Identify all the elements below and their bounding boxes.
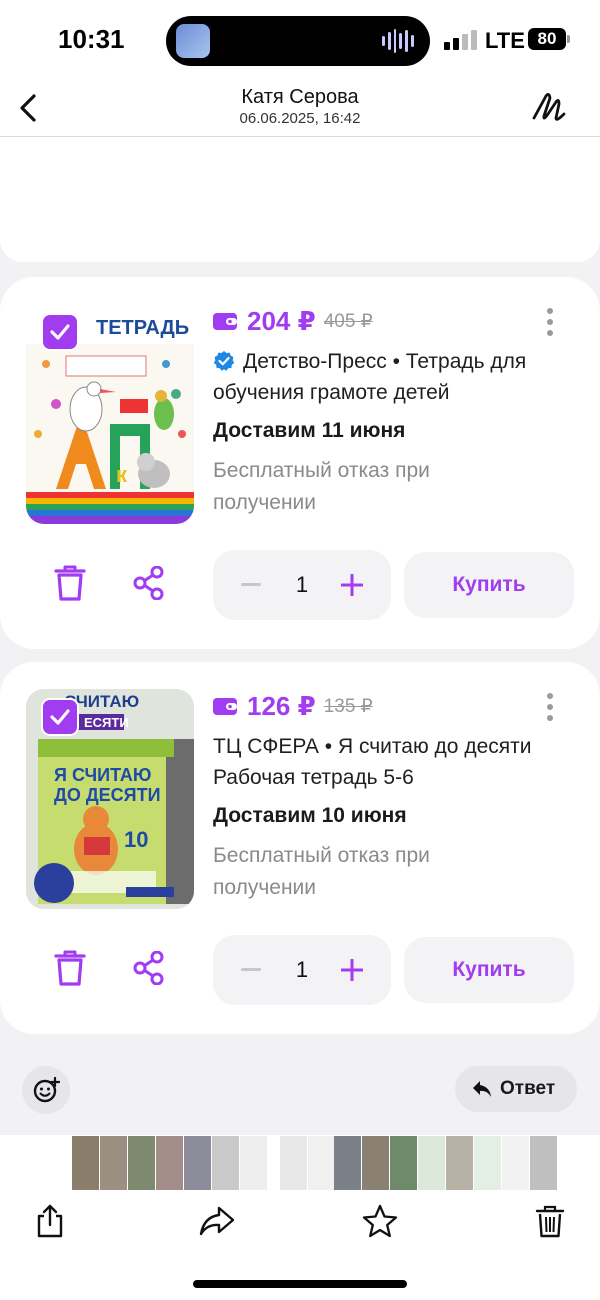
thumbnail[interactable] xyxy=(100,1136,127,1190)
price: 204 ₽ xyxy=(247,305,316,336)
thumbnail[interactable] xyxy=(184,1136,211,1190)
thumbnail[interactable] xyxy=(334,1136,361,1190)
share-icon[interactable] xyxy=(132,951,164,985)
product-title: ТЦ СФЕРА • Я считаю до десяти Рабочая те… xyxy=(213,735,532,789)
battery-tip xyxy=(567,35,570,43)
forward-icon[interactable] xyxy=(199,1204,235,1238)
emoji-add-button[interactable] xyxy=(22,1066,70,1114)
product-card[interactable]: ТЕТРАДЬ к 204 ₽ 405 ₽ Детство-Пресс • Те… xyxy=(0,277,600,649)
delivery-date: Доставим 10 июня xyxy=(213,804,407,827)
increment-button[interactable] xyxy=(341,574,363,596)
svg-text:ДО ДЕСЯТИ: ДО ДЕСЯТИ xyxy=(54,785,161,805)
buy-button[interactable]: Купить xyxy=(404,552,574,618)
trash-icon[interactable] xyxy=(53,949,87,987)
thumbnail[interactable] xyxy=(530,1136,557,1190)
checkmark-icon xyxy=(50,324,70,340)
chat-area: ТЕТРАДЬ к 204 ₽ 405 ₽ Детство-Пресс • Те… xyxy=(0,137,600,1135)
thumbnail[interactable] xyxy=(390,1136,417,1190)
price-row: 126 ₽ 135 ₽ xyxy=(213,688,373,724)
dynamic-island[interactable] xyxy=(166,16,430,66)
price-row: 204 ₽ 405 ₽ xyxy=(213,303,373,339)
kebab-icon[interactable] xyxy=(546,307,554,337)
old-price: 405 ₽ xyxy=(323,310,373,332)
thumbnail[interactable] xyxy=(446,1136,473,1190)
share-icon[interactable] xyxy=(132,566,164,600)
svg-text:Я СЧИТАЮ: Я СЧИТАЮ xyxy=(54,765,152,785)
status-time: 10:31 xyxy=(58,24,125,54)
wallet-icon xyxy=(213,312,237,330)
message-header: Катя Серова 06.06.2025, 16:42 xyxy=(0,80,600,137)
signal-icon xyxy=(444,30,477,50)
reply-button[interactable]: Ответ xyxy=(455,1066,577,1112)
svg-text:10: 10 xyxy=(124,827,148,852)
product-image[interactable]: СЧИТАЮ ЕСЯТИ Я СЧИТАЮ ДО ДЕСЯТИ 10 xyxy=(26,689,194,909)
thumbnail[interactable] xyxy=(308,1136,335,1190)
refund-note: Бесплатный отказ при получении xyxy=(213,844,430,899)
status-bar: 10:31 LTE 80 xyxy=(0,0,600,80)
product-title-block[interactable]: Детство-Пресс • Тетрадь для обучения гра… xyxy=(213,346,558,408)
product-card[interactable]: СЧИТАЮ ЕСЯТИ Я СЧИТАЮ ДО ДЕСЯТИ 10 126 ₽… xyxy=(0,662,600,1034)
island-app-icon xyxy=(176,24,210,58)
message-date: 06.06.2025, 16:42 xyxy=(239,110,361,127)
share-out-icon[interactable] xyxy=(34,1204,66,1238)
home-indicator[interactable] xyxy=(193,1280,407,1288)
trash-icon[interactable] xyxy=(534,1204,566,1238)
checkmark-icon xyxy=(50,709,70,725)
buy-button[interactable]: Купить xyxy=(404,937,574,1003)
selected-checkbox[interactable] xyxy=(41,698,79,736)
svg-text:ЕСЯТИ: ЕСЯТИ xyxy=(84,715,129,730)
bottom-toolbar xyxy=(0,1192,600,1252)
wallet-icon xyxy=(213,697,237,715)
product-image[interactable]: ТЕТРАДЬ к xyxy=(26,304,194,524)
increment-button[interactable] xyxy=(341,959,363,981)
reply-label: Ответ xyxy=(500,1078,556,1099)
product-title: Детство-Пресс • Тетрадь для обучения гра… xyxy=(213,350,527,404)
thumbnail[interactable] xyxy=(502,1136,529,1190)
reply-arrow-icon xyxy=(473,1081,491,1097)
thumbnail[interactable] xyxy=(72,1136,99,1190)
thumbnail[interactable] xyxy=(280,1136,307,1190)
thumbnail[interactable] xyxy=(362,1136,389,1190)
attachment-thumbnail-strip[interactable] xyxy=(0,1136,600,1190)
svg-text:к: к xyxy=(116,462,128,487)
battery-level: 80 xyxy=(528,28,566,50)
markup-pen-icon[interactable] xyxy=(530,88,570,128)
quantity-value: 1 xyxy=(295,957,309,982)
trash-icon[interactable] xyxy=(53,564,87,602)
quantity-value: 1 xyxy=(295,572,309,597)
star-icon[interactable] xyxy=(362,1204,398,1238)
thumbnail[interactable] xyxy=(418,1136,445,1190)
thumbnail[interactable] xyxy=(474,1136,501,1190)
network-type: LTE xyxy=(485,28,525,53)
selected-checkbox[interactable] xyxy=(41,313,79,351)
old-price: 135 ₽ xyxy=(323,695,373,717)
quantity-stepper: 1 xyxy=(213,550,391,620)
reply-bar: Ответ xyxy=(0,1040,600,1135)
thumbnail[interactable] xyxy=(240,1136,267,1190)
audio-wave-icon xyxy=(382,28,414,54)
product-title-block[interactable]: ТЦ СФЕРА • Я считаю до десяти Рабочая те… xyxy=(213,731,558,793)
message-top-space xyxy=(0,137,600,262)
delivery-date: Доставим 11 июня xyxy=(213,419,406,442)
quantity-stepper: 1 xyxy=(213,935,391,1005)
sender-name: Катя Серова xyxy=(241,86,359,108)
price: 126 ₽ xyxy=(247,690,316,721)
verified-badge-icon xyxy=(213,351,235,371)
thumbnail[interactable] xyxy=(156,1136,183,1190)
kebab-icon[interactable] xyxy=(546,692,554,722)
refund-note: Бесплатный отказ при получении xyxy=(213,459,430,514)
cover-title: ТЕТРАДЬ xyxy=(96,317,189,339)
thumbnail[interactable] xyxy=(128,1136,155,1190)
emoji-add-icon xyxy=(33,1076,61,1103)
thumbnail[interactable] xyxy=(212,1136,239,1190)
